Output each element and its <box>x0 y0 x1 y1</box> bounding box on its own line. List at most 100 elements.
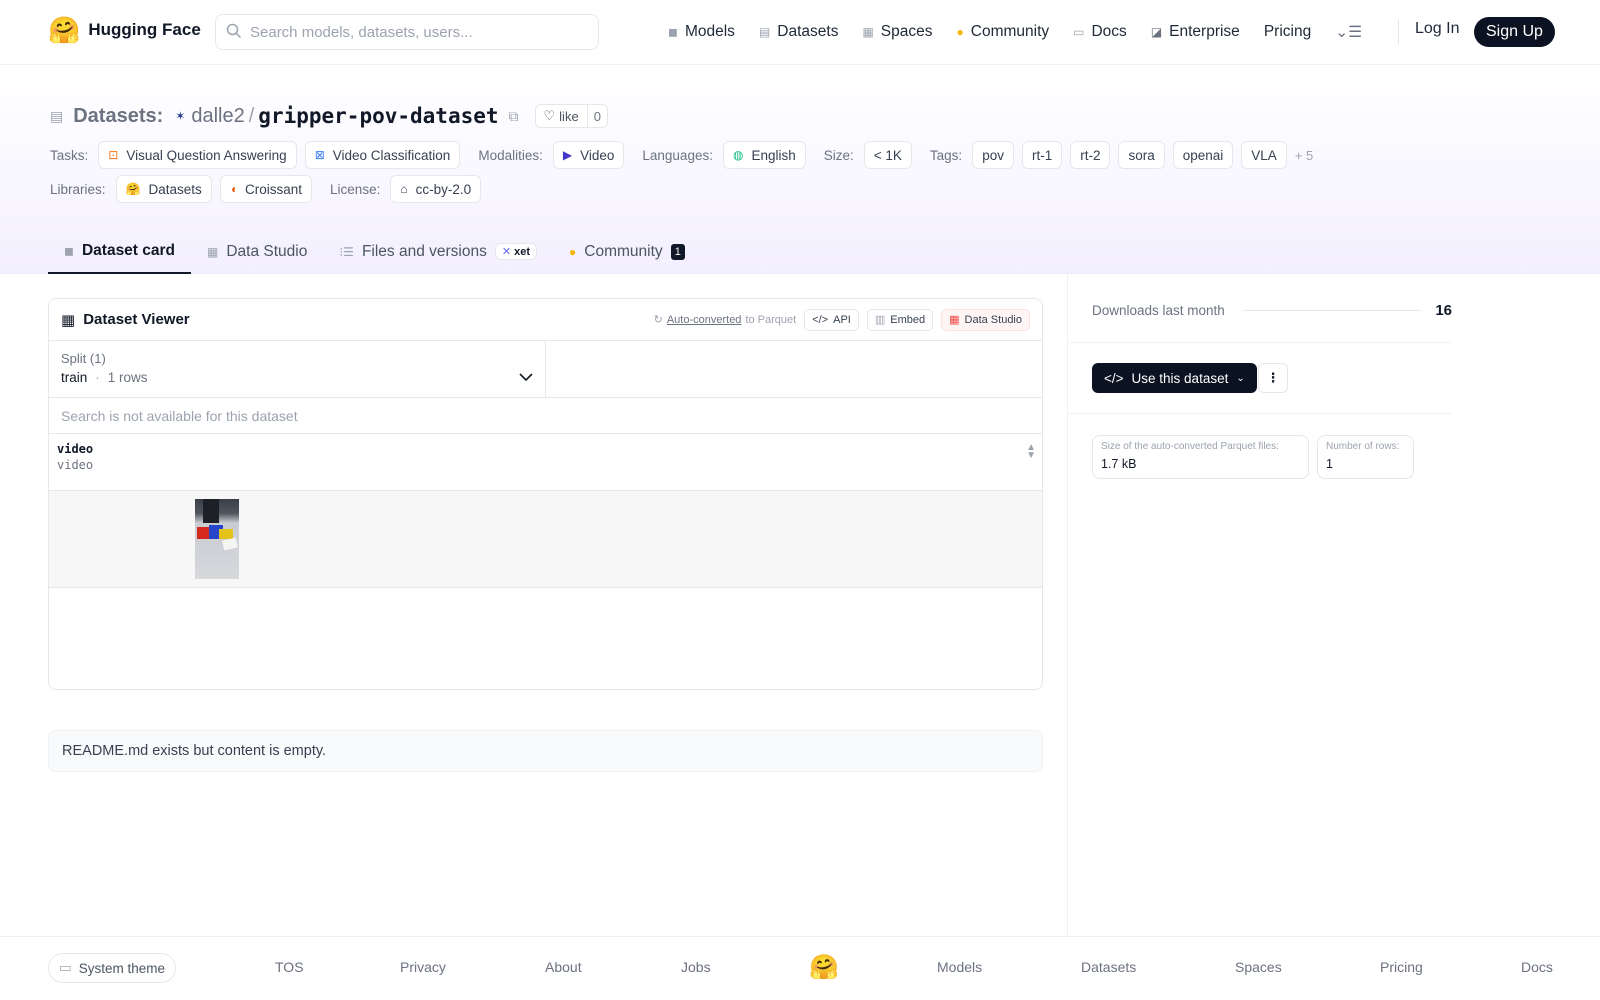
license-chip[interactable]: ⌂ cc-by-2.0 <box>390 175 482 203</box>
nav-enterprise[interactable]: ◪ Enterprise <box>1151 23 1240 41</box>
more-tags-link[interactable]: + 5 <box>1295 148 1313 163</box>
tab-dataset-card[interactable]: ◼ Dataset card <box>48 229 192 274</box>
search-box[interactable] <box>215 14 599 50</box>
theme-toggle[interactable]: ▭ System theme <box>48 953 177 983</box>
video-thumbnail[interactable] <box>195 499 239 579</box>
tag-chip[interactable]: openai <box>1172 141 1234 169</box>
row-count-value: 1 <box>1326 457 1333 471</box>
nav-community[interactable]: ● Community <box>957 23 1050 41</box>
nav-models[interactable]: ◼ Models <box>668 23 735 41</box>
split-selector[interactable]: Split (1) train · 1 rows <box>49 341 546 397</box>
embed-label: Embed <box>890 313 926 326</box>
embed-button[interactable]: ▥ Embed <box>866 308 934 331</box>
grid-icon: ▦ <box>862 25 874 39</box>
copy-icon[interactable]: ⧉ <box>509 108 519 125</box>
menu-icon: ⌄☰ <box>1335 23 1363 41</box>
nav-pricing[interactable]: Pricing <box>1264 23 1311 41</box>
column-name: video <box>57 442 94 456</box>
task-chip-vqa[interactable]: ⊡ Visual Question Answering <box>98 141 297 169</box>
footer-link-datasets[interactable]: Datasets <box>1081 959 1136 975</box>
footer-link-models[interactable]: Models <box>937 959 982 975</box>
theme-label: System theme <box>78 960 166 976</box>
nav-docs-label: Docs <box>1091 23 1127 40</box>
sort-icon[interactable]: ▲ ▼ <box>1026 443 1036 461</box>
table-icon: ▦ <box>61 311 76 329</box>
login-link[interactable]: Log In <box>1415 20 1459 38</box>
api-button[interactable]: </> API <box>804 308 859 331</box>
repo-separator: / <box>248 104 255 127</box>
more-options-button[interactable]: ⋮ <box>1258 363 1288 393</box>
cube-icon: ◼ <box>668 25 678 39</box>
api-label: API <box>833 313 851 326</box>
croissant-icon: ◖ <box>229 182 238 196</box>
language-label: English <box>751 147 796 163</box>
language-chip-english[interactable]: ◍ English <box>722 141 806 169</box>
brand-name: Hugging Face <box>88 20 201 39</box>
nav-more-menu[interactable]: ⌄☰ <box>1335 23 1362 42</box>
repo-owner-link[interactable]: dalle2 <box>191 105 244 128</box>
tab-community[interactable]: ● Community 1 <box>553 229 701 274</box>
column-header-video[interactable]: video video ▲ ▼ <box>49 434 1042 491</box>
globe-icon: ◍ <box>732 148 744 162</box>
library-chip-croissant[interactable]: ◖ Croissant <box>219 175 313 203</box>
monitor-icon: ▭ <box>59 960 72 975</box>
hugging-face-logo-icon[interactable]: 🤗 <box>809 953 839 982</box>
community-icon: ● <box>569 244 577 259</box>
downloads-value: 16 <box>1435 302 1452 319</box>
tab-data-studio[interactable]: ▦ Data Studio <box>191 229 323 274</box>
xet-label: xet <box>514 246 531 258</box>
footer-link-pricing[interactable]: Pricing <box>1380 959 1423 975</box>
database-icon: ▤ <box>758 25 771 39</box>
size-chip[interactable]: < 1K <box>863 141 912 169</box>
tag-chip[interactable]: rt-1 <box>1021 141 1063 169</box>
use-this-dataset-button[interactable]: </> Use this dataset ⌄ <box>1092 363 1257 393</box>
nav-datasets[interactable]: ▤ Datasets <box>759 23 839 41</box>
autoconverted-link[interactable]: Auto-converted <box>667 314 742 326</box>
library-label: Croissant <box>245 181 303 197</box>
metadata-row-1: Tasks: ⊡ Visual Question Answering ⊠ Video… <box>50 141 1313 169</box>
brand-link[interactable]: 🤗 Hugging Face <box>48 16 201 44</box>
split-value: train · 1 rows <box>61 370 533 385</box>
like-button[interactable]: ♡ like 0 <box>534 104 608 128</box>
license-icon: ⌂ <box>400 182 408 196</box>
signup-button[interactable]: Sign Up <box>1474 17 1555 47</box>
viewer-header: ▦ Dataset Viewer ↻ Auto-converted to Parque… <box>49 299 1042 341</box>
autoconverted-note: ↻ Auto-converted to Parquet <box>654 313 797 327</box>
tab-label: Dataset card <box>81 241 176 259</box>
viewer-title-text: Dataset Viewer <box>83 311 190 328</box>
chevron-down-icon: ⌄ <box>1236 372 1245 384</box>
tab-files[interactable]: ⁝☰ Files and versions ✕ xet <box>323 229 553 274</box>
kebab-icon: ⋮ <box>1266 370 1280 385</box>
nav-spaces[interactable]: ▦ Spaces <box>862 23 932 41</box>
downloads-label: Downloads last month <box>1092 303 1225 318</box>
tag-chip[interactable]: VLA <box>1241 141 1287 169</box>
modality-chip-video[interactable]: ▶ Video <box>552 141 625 169</box>
tasks-label: Tasks: <box>50 147 89 163</box>
library-chip-datasets[interactable]: 🤗 Datasets <box>115 175 212 203</box>
sidebar-separator <box>1068 342 1452 343</box>
footer-link-spaces[interactable]: Spaces <box>1235 959 1282 975</box>
library-label: Datasets <box>148 181 202 197</box>
footer-link-privacy[interactable]: Privacy <box>400 959 446 975</box>
xet-icon: ✕ <box>501 246 512 258</box>
code-icon: </> <box>1104 370 1124 386</box>
search-input[interactable] <box>250 23 570 41</box>
tag-chip[interactable]: rt-2 <box>1070 141 1111 169</box>
nav-docs[interactable]: ▭ Docs <box>1073 23 1127 41</box>
repo-tabs: ◼ Dataset card ▦ Data Studio ⁝☰ Files and v… <box>48 229 701 274</box>
tag-chip[interactable]: pov <box>972 141 1014 169</box>
hugging-face-logo-icon: 🤗 <box>48 15 81 45</box>
footer-link-tos[interactable]: TOS <box>275 959 304 975</box>
task-chip-video-classification[interactable]: ⊠ Video Classification <box>304 141 461 169</box>
data-studio-button[interactable]: ▦ Data Studio <box>941 308 1030 331</box>
footer-link-docs[interactable]: Docs <box>1521 959 1553 975</box>
use-dataset-label: Use this dataset <box>1131 370 1229 386</box>
repo-name[interactable]: gripper-pov-dataset <box>258 104 498 128</box>
tag-chip[interactable]: sora <box>1118 141 1165 169</box>
repo-type-label[interactable]: Datasets: <box>73 105 163 128</box>
footer-link-about[interactable]: About <box>545 959 582 975</box>
community-icon: ● <box>956 25 964 39</box>
footer-link-jobs[interactable]: Jobs <box>681 959 711 975</box>
search-icon <box>226 23 242 42</box>
database-icon: ▤ <box>50 107 64 124</box>
